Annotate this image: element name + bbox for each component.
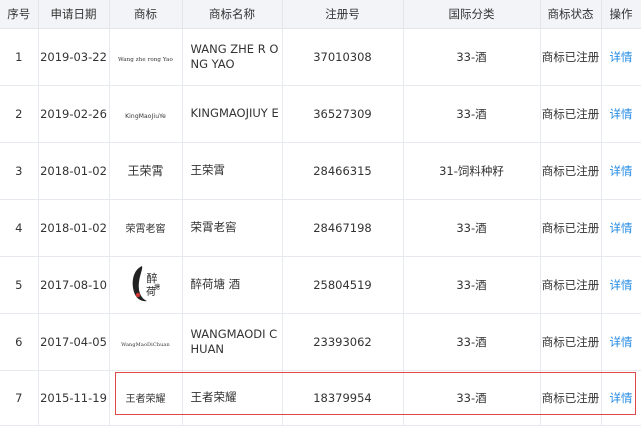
row-date: 2018-01-02 [38,199,110,257]
row-name: 醉荷塘 酒 [182,256,283,314]
details-link[interactable]: 详情 [601,370,641,426]
row-date: 2018-01-02 [38,142,110,200]
table-row: 1 2019-03-22 Wang zhe rong Yao WANG ZHE … [0,28,641,86]
row-reg-no: 23393062 [282,313,404,371]
row-class: 33-酒 [403,313,541,371]
header-date: 申请日期 [38,0,110,29]
row-class: 33-酒 [403,256,541,314]
details-link[interactable]: 详情 [601,199,641,257]
details-link[interactable]: 详情 [601,313,641,371]
row-name: WANG ZHE R ONG YAO [182,28,283,86]
row-status: 商标已注册 [540,199,602,257]
row-index: 4 [0,199,39,257]
table-row: 7 2015-11-19 王者荣耀 王者荣耀 18379954 33-酒 商标已… [0,370,641,426]
row-reg-no: 36527309 [282,85,404,143]
row-status: 商标已注册 [540,370,602,426]
table-header: 序号 申请日期 商标 商标名称 注册号 国际分类 商标状态 操作 [0,0,641,29]
row-reg-no: 37010308 [282,28,404,86]
row-name: KINGMAOJIUY E [182,85,283,143]
row-date: 2017-08-10 [38,256,110,314]
trademark-logo: WangMaoDiChuan [121,341,170,348]
row-name: WANGMAODI CHUAN [182,313,283,371]
calligraphy-logo-icon: 醉 荷 塘 [132,266,160,302]
table-row: 4 2018-01-02 荣霄老窖 荣霄老窖 28467198 33-酒 商标已… [0,199,641,257]
row-reg-no: 28467198 [282,199,404,257]
row-reg-no: 28466315 [282,142,404,200]
details-link[interactable]: 详情 [601,256,641,314]
details-link[interactable]: 详情 [601,28,641,86]
row-reg-no: 18379954 [282,370,404,426]
row-status: 商标已注册 [540,142,602,200]
row-logo: KingMaoJiuYe [109,85,183,143]
row-logo: Wang zhe rong Yao [109,28,183,86]
row-class: 33-酒 [403,199,541,257]
row-logo: 王者荣耀 [109,370,183,426]
row-index: 2 [0,85,39,143]
row-index: 5 [0,256,39,314]
header-status: 商标状态 [540,0,602,29]
row-index: 1 [0,28,39,86]
row-class: 33-酒 [403,370,541,426]
header-reg-no: 注册号 [282,0,404,29]
table-row: 2 2019-02-26 KingMaoJiuYe KINGMAOJIUY E … [0,85,641,143]
row-date: 2017-04-05 [38,313,110,371]
row-status: 商标已注册 [540,85,602,143]
row-date: 2019-02-26 [38,85,110,143]
row-class: 31-饲料种籽 [403,142,541,200]
row-status: 商标已注册 [540,256,602,314]
trademark-logo: 荣霄老窖 [125,224,166,235]
svg-text:塘: 塘 [153,283,159,291]
details-link[interactable]: 详情 [601,85,641,143]
row-name: 荣霄老窖 [182,199,283,257]
row-status: 商标已注册 [540,313,602,371]
row-logo: 醉 荷 塘 [109,256,183,314]
row-index: 6 [0,313,39,371]
trademark-logo: KingMaoJiuYe [125,112,166,120]
header-action: 操作 [601,0,641,29]
table-row: 5 2017-08-10 醉 荷 塘 醉荷塘 酒 25804519 33-酒 商… [0,256,641,314]
row-logo: WangMaoDiChuan [109,313,183,371]
row-class: 33-酒 [403,28,541,86]
row-class: 33-酒 [403,85,541,143]
row-name: 王者荣耀 [182,370,283,426]
trademark-logo: 醉 荷 塘 [129,262,163,302]
row-logo: 王荣霄 [109,142,183,200]
svg-text:醉: 醉 [146,271,157,285]
trademark-table: 序号 申请日期 商标 商标名称 注册号 国际分类 商标状态 操作 1 2019-… [0,0,641,426]
row-logo: 荣霄老窖 [109,199,183,257]
table-row: 6 2017-04-05 WangMaoDiChuan WANGMAODI CH… [0,313,641,371]
trademark-logo: 王者荣耀 [125,394,166,405]
header-index: 序号 [0,0,39,29]
trademark-logo: 王荣霄 [127,164,164,178]
row-status: 商标已注册 [540,28,602,86]
header-logo: 商标 [109,0,183,29]
details-link[interactable]: 详情 [601,142,641,200]
row-date: 2019-03-22 [38,28,110,86]
header-class: 国际分类 [403,0,541,29]
row-name: 王荣霄 [182,142,283,200]
header-name: 商标名称 [182,0,283,29]
trademark-logo: Wang zhe rong Yao [118,56,173,63]
row-index: 7 [0,370,39,426]
table-row: 3 2018-01-02 王荣霄 王荣霄 28466315 31-饲料种籽 商标… [0,142,641,200]
row-reg-no: 25804519 [282,256,404,314]
row-date: 2015-11-19 [38,370,110,426]
row-index: 3 [0,142,39,200]
